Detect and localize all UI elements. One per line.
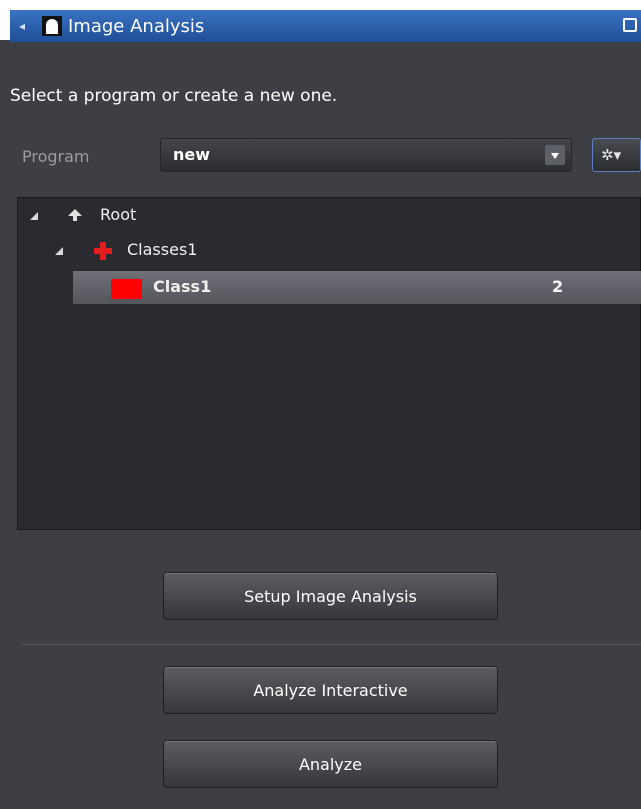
- image-analysis-icon: [42, 16, 62, 36]
- class-object-count: 2: [552, 277, 564, 296]
- analyze-button[interactable]: Analyze: [163, 740, 498, 788]
- divider: [22, 644, 641, 645]
- tree-label-classes1: Classes1: [127, 240, 198, 259]
- tree-row-classes1[interactable]: Classes1: [18, 236, 640, 264]
- analyze-interactive-button[interactable]: Analyze Interactive: [163, 666, 498, 714]
- expand-triangle-icon[interactable]: [30, 212, 40, 222]
- expand-triangle-icon[interactable]: [55, 247, 65, 257]
- program-label: Program: [22, 147, 90, 166]
- setup-image-analysis-button[interactable]: Setup Image Analysis: [163, 572, 498, 620]
- tree-label-class1: Class1: [153, 277, 212, 296]
- program-dropdown[interactable]: new: [160, 138, 572, 172]
- program-selected-value: new: [173, 145, 211, 164]
- class-group-cross-icon: [94, 242, 112, 260]
- panel-title: Image Analysis: [68, 15, 205, 37]
- instruction-text: Select a program or create a new one.: [10, 86, 338, 106]
- class-color-swatch[interactable]: [111, 279, 142, 299]
- class-tree[interactable]: Root Classes1 Class1 2: [17, 197, 641, 530]
- tree-label-root: Root: [100, 205, 137, 224]
- collapse-arrow-icon[interactable]: ◂: [10, 10, 34, 42]
- chevron-down-icon[interactable]: [545, 145, 565, 165]
- popout-icon[interactable]: [623, 18, 637, 32]
- root-icon: [68, 209, 82, 221]
- tree-row-root[interactable]: Root: [18, 201, 640, 229]
- program-options-gear-button[interactable]: ✲▾: [592, 138, 641, 172]
- panel-title-bar[interactable]: ◂ Image Analysis: [10, 10, 641, 42]
- image-analysis-panel: ◂ Image Analysis Select a program or cre…: [0, 0, 641, 809]
- tree-row-class1-selected[interactable]: Class1 2: [18, 271, 641, 304]
